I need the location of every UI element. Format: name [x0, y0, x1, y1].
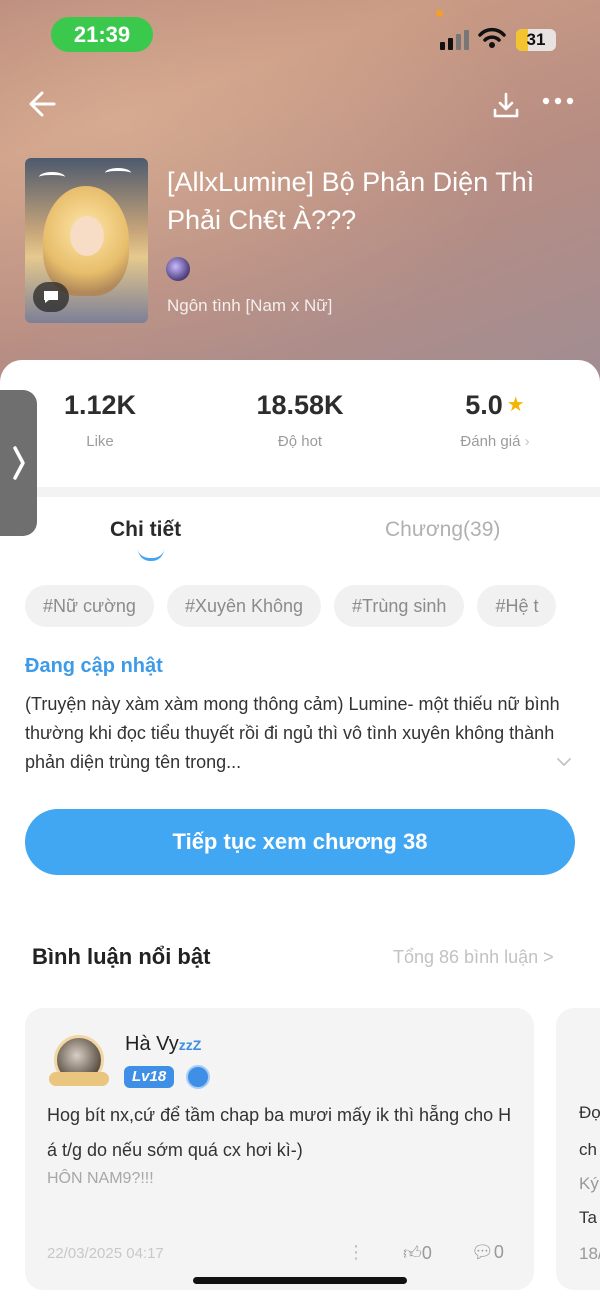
continue-reading-button[interactable]: Tiếp tục xem chương 38 [25, 809, 575, 875]
commenter-name[interactable]: Hà Vy [125, 1033, 179, 1055]
peek-text: Đợ [579, 1103, 600, 1122]
comment-extra-text: HÔN NAM9?!!! [47, 1170, 154, 1187]
like-count: 1.12K [63, 390, 137, 420]
book-genre: Ngôn tình [Nam x Nữ] [167, 296, 333, 315]
book-title: [AllxLumine] Bộ Phản Diện Thì Phải Ch€t … [167, 167, 535, 235]
avatar-frame-badge [49, 1072, 109, 1086]
chat-bubble-icon [33, 282, 69, 312]
like-button[interactable]: 👍︎0 [403, 1242, 432, 1264]
stat-like: 1.12K Like [40, 390, 160, 450]
level-badge: Lv18 [124, 1066, 175, 1088]
commenter-name-suffix: zzZ [178, 1037, 202, 1053]
download-icon[interactable] [492, 92, 520, 120]
all-comments-link[interactable]: Tổng 86 bình luận > [393, 947, 554, 968]
side-drawer-handle[interactable] [0, 390, 37, 536]
comments-section-title: Bình luận nổi bật [32, 944, 211, 969]
peek-text: 18/ [579, 1244, 600, 1263]
thumbs-up-icon: 👍︎ [403, 1243, 422, 1263]
reply-bubble-icon: 💬︎ [471, 1242, 494, 1262]
battery-level: 31 [526, 30, 546, 49]
privacy-indicator-dot [436, 10, 443, 17]
peek-text: Ta [579, 1208, 597, 1227]
like-label: Like [86, 433, 114, 450]
rating-value: 5.0 [465, 390, 503, 420]
comment-text: Hog bít nx,cứ để tầm chap ba mươi mấy ik… [47, 1105, 512, 1160]
comment-more-icon[interactable]: ⋮ [347, 1242, 365, 1263]
wifi-icon [478, 27, 506, 48]
hot-count: 18.58K [256, 390, 344, 420]
update-status: Đang cập nhật [25, 655, 163, 677]
chevron-right-icon [12, 446, 25, 480]
rating-label: Đánh giá [460, 433, 521, 450]
section-divider [0, 487, 600, 497]
stat-rating[interactable]: 5.0 ★ Đánh giá › [440, 390, 550, 450]
peek-text: Ký [579, 1174, 599, 1193]
comment-date: 22/03/2025 04:17 [47, 1245, 164, 1262]
hot-label: Độ hot [277, 433, 323, 450]
status-time: 21:39 [51, 17, 153, 52]
tag-item[interactable]: #Xuyên Không [166, 585, 322, 627]
tag-item[interactable]: #Hệ t [477, 585, 557, 627]
tag-item[interactable]: #Nữ cường [25, 585, 154, 627]
comment-card[interactable]: Hà VyzzZ Lv18 Hog bít nx,cứ để tầm chap … [25, 1008, 534, 1290]
reply-button[interactable]: 💬︎0 [471, 1242, 504, 1263]
tab-chapters[interactable]: Chương(39) [385, 518, 500, 542]
tag-item[interactable]: #Trùng sinh [334, 585, 465, 627]
battery-indicator: 31 [516, 29, 556, 51]
membership-icon [186, 1065, 210, 1089]
chevron-down-icon[interactable] [556, 757, 572, 767]
like-count: 0 [421, 1243, 432, 1263]
book-cover[interactable] [25, 158, 148, 323]
home-indicator[interactable] [193, 1277, 407, 1284]
comment-card-next[interactable]: Đợ ch Ký Ta 18/ [556, 1008, 600, 1290]
tag-list: #Nữ cường #Xuyên Không #Trùng sinh #Hệ t [25, 585, 600, 629]
reply-count: 0 [493, 1242, 504, 1262]
star-icon: ★ [506, 394, 525, 416]
peek-text: ch [579, 1140, 597, 1159]
cellular-signal-icon [440, 30, 469, 50]
stat-hot: 18.58K Độ hot [230, 390, 370, 450]
more-options-icon[interactable] [542, 96, 574, 106]
back-arrow-icon[interactable] [28, 90, 56, 118]
tab-detail[interactable]: Chi tiết [110, 518, 181, 542]
author-avatar[interactable] [166, 257, 190, 281]
chevron-right-small-icon: › [524, 433, 530, 450]
book-description[interactable]: (Truyện này xàm xàm mong thông cảm) Lumi… [25, 690, 570, 777]
